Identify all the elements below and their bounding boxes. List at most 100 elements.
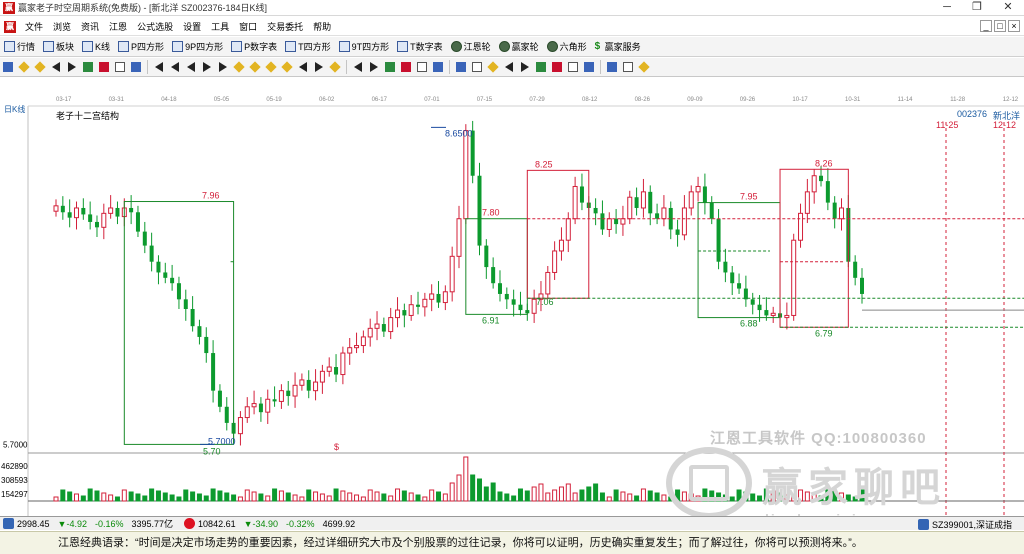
toolbar-button-12[interactable]: $ 赢家服务	[591, 38, 645, 56]
toolbar-button-8[interactable]: T数字表	[393, 38, 447, 56]
candle-body	[197, 326, 202, 337]
label-706: 7.06	[536, 297, 554, 307]
cycle-icon[interactable]	[33, 60, 47, 74]
candle-body	[326, 366, 332, 372]
toolbar-button-0[interactable]: 行情	[0, 38, 39, 56]
select-icon[interactable]	[431, 60, 445, 74]
percent-icon[interactable]	[566, 60, 580, 74]
toolbar-button-label: 赢家轮	[511, 42, 539, 52]
label-570: 5.70	[203, 446, 221, 456]
zoom-out-icon[interactable]	[248, 60, 262, 74]
list-icon[interactable]	[486, 60, 500, 74]
volume-bar	[456, 474, 462, 502]
chart-icon[interactable]	[65, 60, 79, 74]
toolbar-button-5[interactable]: P数字表	[227, 38, 281, 56]
right-icon[interactable]	[312, 60, 326, 74]
index-icon[interactable]	[3, 518, 14, 529]
toolbar-button-3[interactable]: P四方形	[114, 38, 168, 56]
index2-icon[interactable]	[184, 518, 196, 529]
toolbar-button-7[interactable]: 9T四方形	[335, 38, 394, 56]
left-icon[interactable]	[296, 60, 310, 74]
menu-item-0[interactable]: 文件	[20, 20, 48, 33]
candle-body	[416, 304, 421, 307]
close-button[interactable]: ✕	[992, 0, 1024, 16]
toolbar-button-label: P数字表	[244, 42, 278, 52]
volume-bar	[408, 492, 414, 502]
delete-icon[interactable]	[534, 60, 548, 74]
next-icon[interactable]	[200, 60, 214, 74]
toolbar-button-4[interactable]: 9P四方形	[168, 38, 227, 56]
grid-icon[interactable]	[582, 60, 596, 74]
menu-item-2[interactable]: 资讯	[76, 20, 104, 33]
watermark-line2: 赢家聊吧	[762, 466, 946, 510]
load-icon[interactable]	[470, 60, 484, 74]
ratio-icon[interactable]	[97, 60, 111, 74]
copy-icon[interactable]	[502, 60, 516, 74]
toolbar-button-label: 板块	[56, 42, 75, 52]
candle-body	[237, 417, 243, 435]
toolbar-button-9[interactable]: 江恩轮	[447, 38, 495, 56]
toolbar-button-11[interactable]: 六角形	[543, 38, 591, 56]
down-icon[interactable]	[280, 60, 294, 74]
volume-bar	[647, 490, 653, 502]
toolbar-button-6[interactable]: T四方形	[281, 38, 335, 56]
candle-body	[661, 207, 667, 220]
chevron-down-icon[interactable]	[17, 60, 31, 74]
undo-icon[interactable]	[550, 60, 564, 74]
maximize-button[interactable]: ❐	[962, 0, 992, 16]
paste-icon[interactable]	[518, 60, 532, 74]
save-icon[interactable]	[454, 60, 468, 74]
period-icon[interactable]	[1, 60, 15, 74]
crosshair-icon[interactable]	[367, 60, 381, 74]
text-icon[interactable]	[399, 60, 413, 74]
candle-body	[791, 239, 797, 316]
volume-bar	[504, 493, 510, 502]
menu-item-4[interactable]: 公式选股	[132, 20, 178, 33]
candle-body	[53, 205, 59, 212]
up-icon[interactable]	[264, 60, 278, 74]
mdi-close-button[interactable]: ×	[1008, 20, 1020, 32]
menu-item-5[interactable]: 设置	[178, 20, 206, 33]
menu-item-6[interactable]: 工具	[206, 20, 234, 33]
menu-item-8[interactable]: 交易委托	[262, 20, 308, 33]
toolbar-button-2[interactable]: K线	[78, 38, 114, 56]
line-icon[interactable]	[383, 60, 397, 74]
candle-body	[600, 213, 605, 230]
toolbar-button-label: 9P四方形	[185, 42, 224, 52]
volume-bar	[183, 489, 189, 502]
minimize-button[interactable]: ─	[932, 0, 962, 16]
mdi-minimize-button[interactable]: _	[980, 20, 992, 32]
menu-item-3[interactable]: 江恩	[104, 20, 132, 33]
candle-body	[572, 185, 578, 220]
dollar-icon[interactable]	[113, 60, 127, 74]
menu-item-9[interactable]: 帮助	[308, 20, 336, 33]
print-icon[interactable]	[605, 60, 619, 74]
expand-icon[interactable]	[328, 60, 342, 74]
market-icon[interactable]	[917, 519, 929, 530]
toolbar-button-1[interactable]: 板块	[39, 38, 78, 56]
zoom-in-icon[interactable]	[232, 60, 246, 74]
quote-text: “时间是决定市场走势的重要因素，经过详细研究大市及个别股票的过往记录，你将可以证…	[135, 537, 863, 549]
volume-bar	[285, 492, 291, 502]
prev-page-icon[interactable]	[168, 60, 182, 74]
hand-icon[interactable]	[351, 60, 365, 74]
bar-icon[interactable]	[81, 60, 95, 74]
mdi-restore-button[interactable]: □	[994, 20, 1006, 32]
volume-axis-label: 154297	[1, 490, 28, 499]
eraser-icon[interactable]	[415, 60, 429, 74]
menu-item-1[interactable]: 浏览	[48, 20, 76, 33]
volume-bar	[73, 493, 79, 502]
candle-body	[211, 353, 216, 391]
candle-body	[655, 213, 660, 219]
toolbar-button-10[interactable]: 赢家轮	[495, 38, 543, 56]
flag-icon[interactable]	[129, 60, 143, 74]
calendar-icon[interactable]	[49, 60, 63, 74]
menu-item-7[interactable]: 窗口	[234, 20, 262, 33]
prev-icon[interactable]	[184, 60, 198, 74]
kline-chart[interactable]: 11-25 12-127.965.705.70008.65008.257.807.…	[0, 97, 1024, 516]
structure-box-2	[465, 218, 528, 315]
first-icon[interactable]	[152, 60, 166, 74]
infinity-icon[interactable]	[637, 60, 651, 74]
color-icon[interactable]	[621, 60, 635, 74]
next-page-icon[interactable]	[216, 60, 230, 74]
